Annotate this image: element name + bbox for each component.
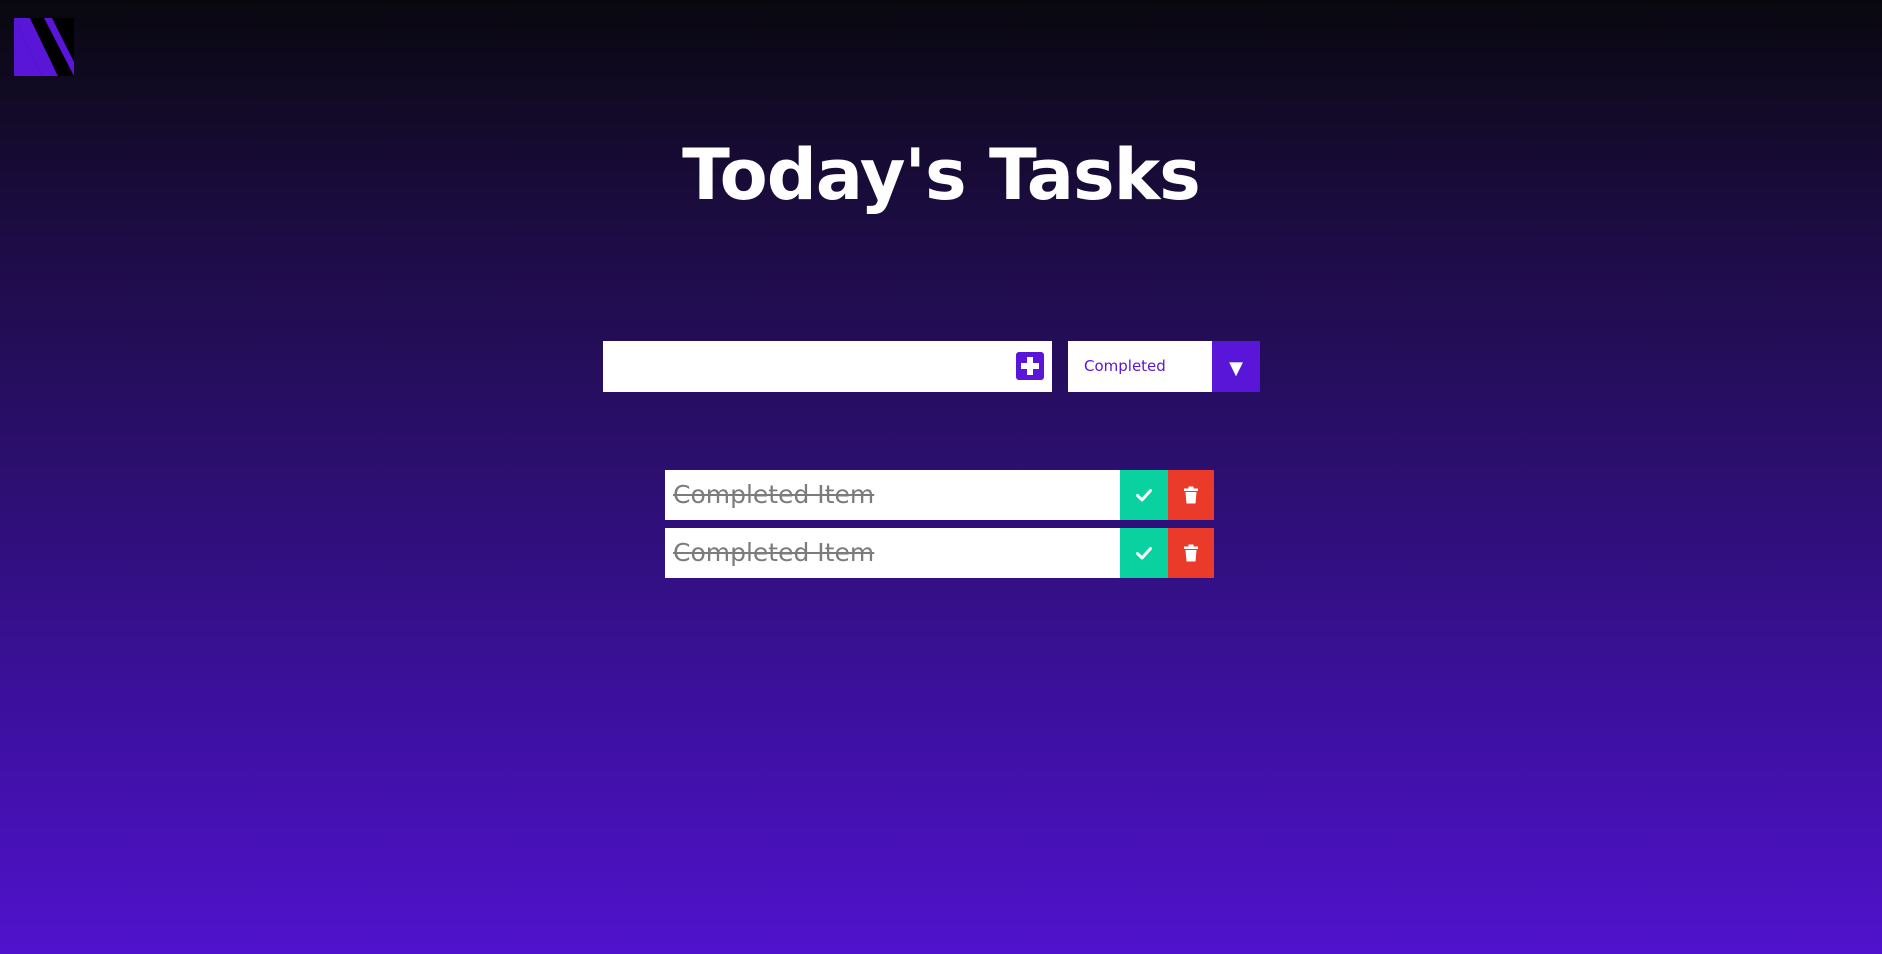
- filter-select-arrow[interactable]: ▼: [1212, 341, 1260, 392]
- check-icon: [1136, 489, 1152, 502]
- complete-button[interactable]: [1120, 528, 1168, 578]
- todo-item: Completed Item: [665, 470, 1214, 520]
- complete-button[interactable]: [1120, 470, 1168, 520]
- todo-input[interactable]: [603, 341, 1003, 392]
- todo-input-container: [603, 341, 1052, 392]
- logo: [14, 18, 74, 76]
- todo-item-text: Completed Item: [665, 528, 1120, 578]
- delete-button[interactable]: [1168, 470, 1214, 520]
- trash-icon: [1184, 486, 1198, 504]
- filter-select-value: Completed: [1084, 357, 1166, 375]
- chevron-down-icon: ▼: [1229, 358, 1243, 379]
- add-todo-button[interactable]: [1016, 352, 1044, 380]
- plus-square-icon: [1021, 357, 1039, 375]
- todo-item-text: Completed Item: [665, 470, 1120, 520]
- n-stripe-logo-icon: [14, 18, 74, 76]
- todo-item: Completed Item: [665, 528, 1214, 578]
- check-icon: [1136, 547, 1152, 560]
- page-title: Today's Tasks: [682, 134, 1201, 216]
- delete-button[interactable]: [1168, 528, 1214, 578]
- trash-icon: [1184, 544, 1198, 562]
